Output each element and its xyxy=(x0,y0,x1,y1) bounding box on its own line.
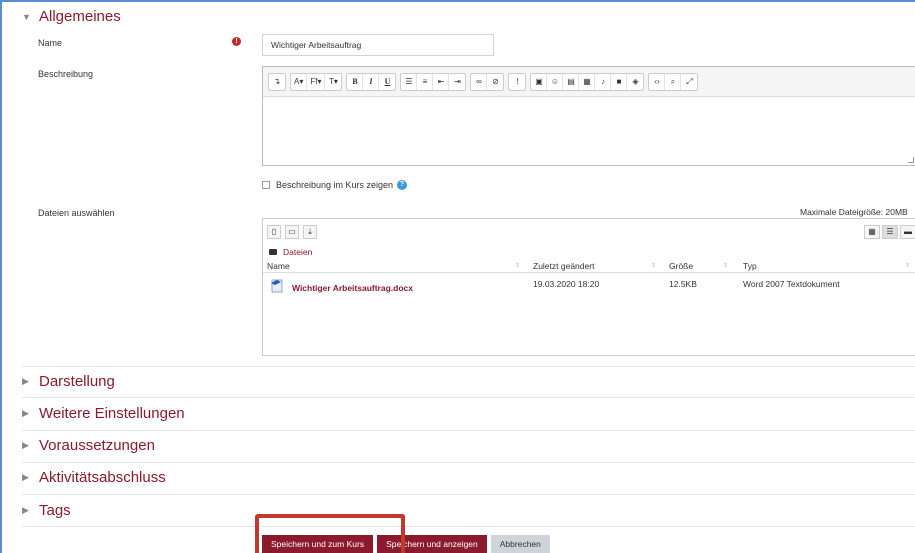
section-tags-header[interactable]: ▶ Tags xyxy=(22,502,71,519)
help-icon[interactable]: ? xyxy=(397,180,408,190)
folder-icon xyxy=(269,249,277,255)
editor-toolbar: ↴ A▾ Ff▾ T▾ B I U ☰ ≡ ⇤ ⇥ ∞ ⊘ ! ▣ ☺ ▤ ▦ … xyxy=(263,67,915,97)
breadcrumb-root[interactable]: Dateien xyxy=(283,247,312,257)
manage-files-icon[interactable]: ▦ xyxy=(579,73,596,90)
create-folder-icon[interactable]: ▭ xyxy=(285,225,299,239)
name-input[interactable] xyxy=(262,34,494,56)
section-title: Darstellung xyxy=(39,373,115,390)
section-title: Aktivitätsabschluss xyxy=(39,469,166,486)
grid-view-icon[interactable]: ▦ xyxy=(864,225,880,239)
font-size-icon[interactable]: T▾ xyxy=(325,74,341,90)
add-file-icon[interactable]: ▯ xyxy=(267,225,281,239)
show-description-checkbox[interactable] xyxy=(262,181,270,189)
list-view-icon[interactable]: ☰ xyxy=(882,225,898,239)
section-general-title: Allgemeines xyxy=(39,8,121,25)
file-type: Word 2007 Textdokument xyxy=(743,279,840,289)
outdent-icon[interactable]: ⇤ xyxy=(433,73,450,90)
file-manager-toolbar: ▯ ▭ ⤓ xyxy=(267,225,317,239)
files-label: Dateien auswählen xyxy=(38,208,115,218)
section-weitere-header[interactable]: ▶ Weitere Einstellungen xyxy=(22,405,185,422)
emoticon-icon[interactable]: ☺ xyxy=(547,73,564,90)
column-name[interactable]: Name xyxy=(267,261,290,271)
description-label: Beschreibung xyxy=(38,69,94,79)
bold-icon[interactable]: B xyxy=(347,73,364,90)
sort-icon[interactable]: ⇕ xyxy=(651,262,656,269)
record-audio-icon[interactable]: ♪ xyxy=(595,73,612,90)
font-family-icon[interactable]: Ff▾ xyxy=(307,73,326,90)
file-size: 12.5KB xyxy=(669,279,697,289)
record-video-icon[interactable]: ■ xyxy=(611,73,628,90)
ordered-list-icon[interactable]: ≡ xyxy=(417,73,434,90)
column-modified[interactable]: Zuletzt geändert xyxy=(533,261,594,271)
required-icon: ! xyxy=(232,37,241,46)
link-icon[interactable]: ∞ xyxy=(471,73,488,90)
section-title: Voraussetzungen xyxy=(39,437,155,454)
tree-view-icon[interactable]: ▬ xyxy=(900,225,915,239)
underline-icon[interactable]: U xyxy=(379,74,395,90)
column-type[interactable]: Typ xyxy=(743,261,757,271)
chevron-right-icon: ▶ xyxy=(22,376,29,386)
unordered-list-icon[interactable]: ☰ xyxy=(401,73,418,90)
divider xyxy=(22,397,915,398)
section-title: Weitere Einstellungen xyxy=(39,405,185,422)
section-title: Tags xyxy=(39,502,71,519)
section-general-header[interactable]: ▼ Allgemeines xyxy=(22,8,121,25)
cancel-button[interactable]: Abbrechen xyxy=(490,535,550,553)
download-icon[interactable]: ⤓ xyxy=(303,225,317,239)
accessibility-checker-icon[interactable]: ! xyxy=(509,74,525,90)
section-darstellung-header[interactable]: ▶ Darstellung xyxy=(22,373,115,390)
section-voraussetzungen-header[interactable]: ▶ Voraussetzungen xyxy=(22,437,155,454)
max-file-size: Maximale Dateigröße: 20MB xyxy=(800,207,908,217)
section-abschluss-header[interactable]: ▶ Aktivitätsabschluss xyxy=(22,469,166,486)
description-editor: ↴ A▾ Ff▾ T▾ B I U ☰ ≡ ⇤ ⇥ ∞ ⊘ ! ▣ ☺ ▤ ▦ … xyxy=(262,66,915,166)
chevron-right-icon: ▶ xyxy=(22,472,29,482)
editor-content-area[interactable] xyxy=(263,97,915,165)
unlink-icon[interactable]: ⊘ xyxy=(487,74,503,90)
highlight-annotation xyxy=(255,514,405,553)
table-row[interactable]: Wichtiger Arbeitsauftrag.docx 19.03.2020… xyxy=(263,279,915,299)
file-manager: ▯ ▭ ⤓ ▦ ☰ ▬ Dateien Name ⇕ Zuletzt geänd… xyxy=(262,218,915,356)
chevron-down-icon: ▼ xyxy=(22,11,31,22)
show-description-row: Beschreibung im Kurs zeigen ? xyxy=(262,180,408,190)
sort-icon[interactable]: ⇕ xyxy=(905,262,910,269)
font-color-icon[interactable]: A▾ xyxy=(291,73,308,90)
divider xyxy=(22,462,915,463)
divider xyxy=(22,430,915,431)
image-icon[interactable]: ▣ xyxy=(531,73,548,90)
view-switcher: ▦ ☰ ▬ xyxy=(864,225,915,239)
sort-icon[interactable]: ⇕ xyxy=(515,262,520,269)
find-replace-icon[interactable]: ⌕ xyxy=(665,73,682,90)
fullscreen-icon[interactable]: ⤢ xyxy=(681,74,697,90)
resize-grip-icon[interactable] xyxy=(908,157,914,163)
chevron-right-icon: ▶ xyxy=(22,408,29,418)
file-modified: 19.03.2020 18:20 xyxy=(533,279,600,289)
chevron-right-icon: ▶ xyxy=(22,440,29,450)
divider xyxy=(22,494,915,495)
breadcrumb: Dateien xyxy=(269,247,312,257)
sort-icon[interactable]: ⇕ xyxy=(723,262,728,269)
column-size[interactable]: Größe xyxy=(669,261,693,271)
chevron-right-icon: ▶ xyxy=(22,505,29,515)
file-table: Name ⇕ Zuletzt geändert ⇕ Größe ⇕ Typ ⇕ … xyxy=(263,259,915,293)
word-document-icon xyxy=(271,279,283,293)
file-table-header: Name ⇕ Zuletzt geändert ⇕ Größe ⇕ Typ ⇕ xyxy=(263,259,915,273)
collapse-toolbar-icon[interactable]: ↴ xyxy=(269,74,285,90)
italic-icon[interactable]: I xyxy=(363,73,380,90)
file-name[interactable]: Wichtiger Arbeitsauftrag.docx xyxy=(292,283,413,293)
show-description-label: Beschreibung im Kurs zeigen xyxy=(276,180,394,190)
h5p-icon[interactable]: ◈ xyxy=(627,74,643,90)
indent-icon[interactable]: ⇥ xyxy=(449,74,465,90)
name-label: Name xyxy=(38,38,63,48)
divider xyxy=(22,526,915,527)
divider xyxy=(22,366,915,367)
media-icon[interactable]: ▤ xyxy=(563,73,580,90)
html-source-icon[interactable]: ‹› xyxy=(649,73,666,90)
